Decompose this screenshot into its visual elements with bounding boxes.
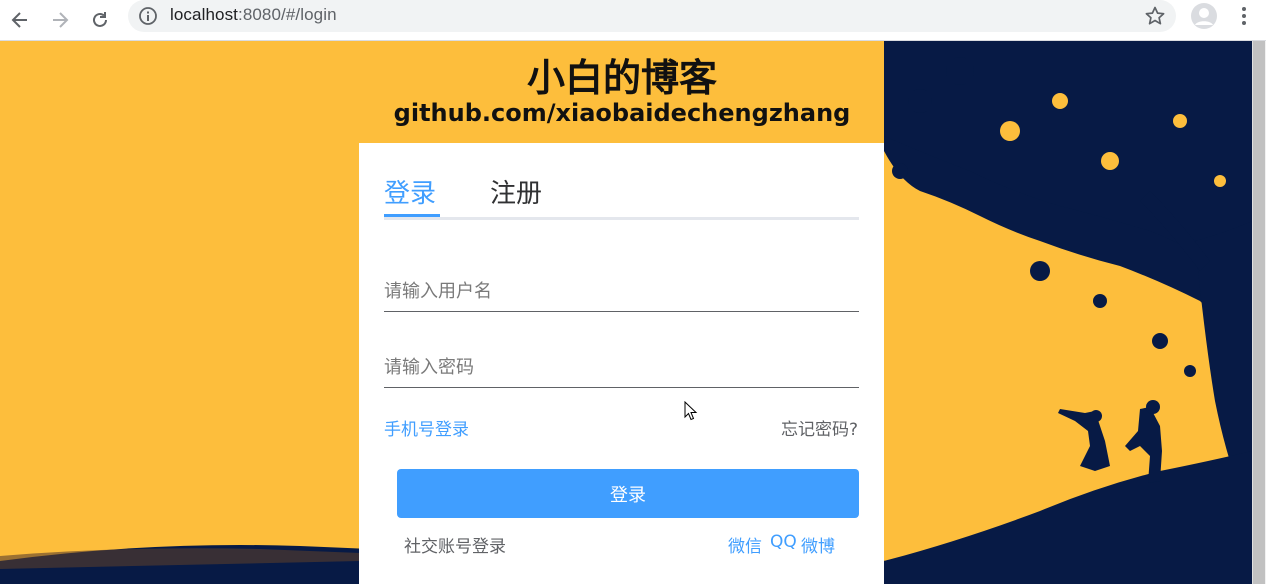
url-text: localhost:8080/#/login <box>170 5 337 25</box>
mouse-cursor-icon <box>684 401 698 421</box>
active-tab-indicator <box>384 214 440 217</box>
reload-icon <box>93 12 107 27</box>
forgot-password-link[interactable]: 忘记密码? <box>781 415 858 440</box>
weibo-login-link[interactable]: 微博 <box>801 532 835 557</box>
page-content: 小白的博客 github.com/xiaobaidechengzhang 登录 … <box>0 41 1252 584</box>
forward-arrow-icon <box>53 12 69 28</box>
qq-login-link[interactable]: QQ <box>770 532 797 552</box>
forward-button[interactable] <box>44 4 76 36</box>
login-card: 登录 注册 手机号登录 忘记密码? 登录 社交账号登录 微信 QQ 微博 <box>359 143 884 584</box>
browser-toolbar: localhost:8080/#/login <box>0 0 1266 41</box>
tab-login[interactable]: 登录 <box>384 173 436 210</box>
site-subtitle: github.com/xiaobaidechengzhang <box>393 99 851 127</box>
phone-login-link[interactable]: 手机号登录 <box>384 415 469 440</box>
password-input[interactable] <box>384 347 859 388</box>
info-icon[interactable] <box>138 6 158 26</box>
bookmark-star-icon[interactable] <box>1144 5 1166 27</box>
wechat-login-link[interactable]: 微信 <box>728 532 762 557</box>
site-title: 小白的博客 <box>526 56 717 100</box>
address-bar[interactable]: localhost:8080/#/login <box>128 0 1176 32</box>
login-submit-button[interactable]: 登录 <box>397 469 859 518</box>
more-menu-icon[interactable] <box>1232 4 1256 28</box>
reload-button[interactable] <box>84 4 116 36</box>
back-arrow-icon <box>11 12 27 28</box>
url-path: :8080/#/login <box>238 5 337 24</box>
tab-register[interactable]: 注册 <box>490 173 542 210</box>
url-host: localhost <box>170 5 238 24</box>
auth-tabs: 登录 注册 <box>384 173 859 220</box>
profile-avatar-icon[interactable] <box>1190 2 1218 30</box>
social-login-label: 社交账号登录 <box>404 537 506 557</box>
scrollbar-thumb[interactable] <box>1253 41 1265 584</box>
username-input[interactable] <box>384 271 859 312</box>
back-button[interactable] <box>4 4 36 36</box>
